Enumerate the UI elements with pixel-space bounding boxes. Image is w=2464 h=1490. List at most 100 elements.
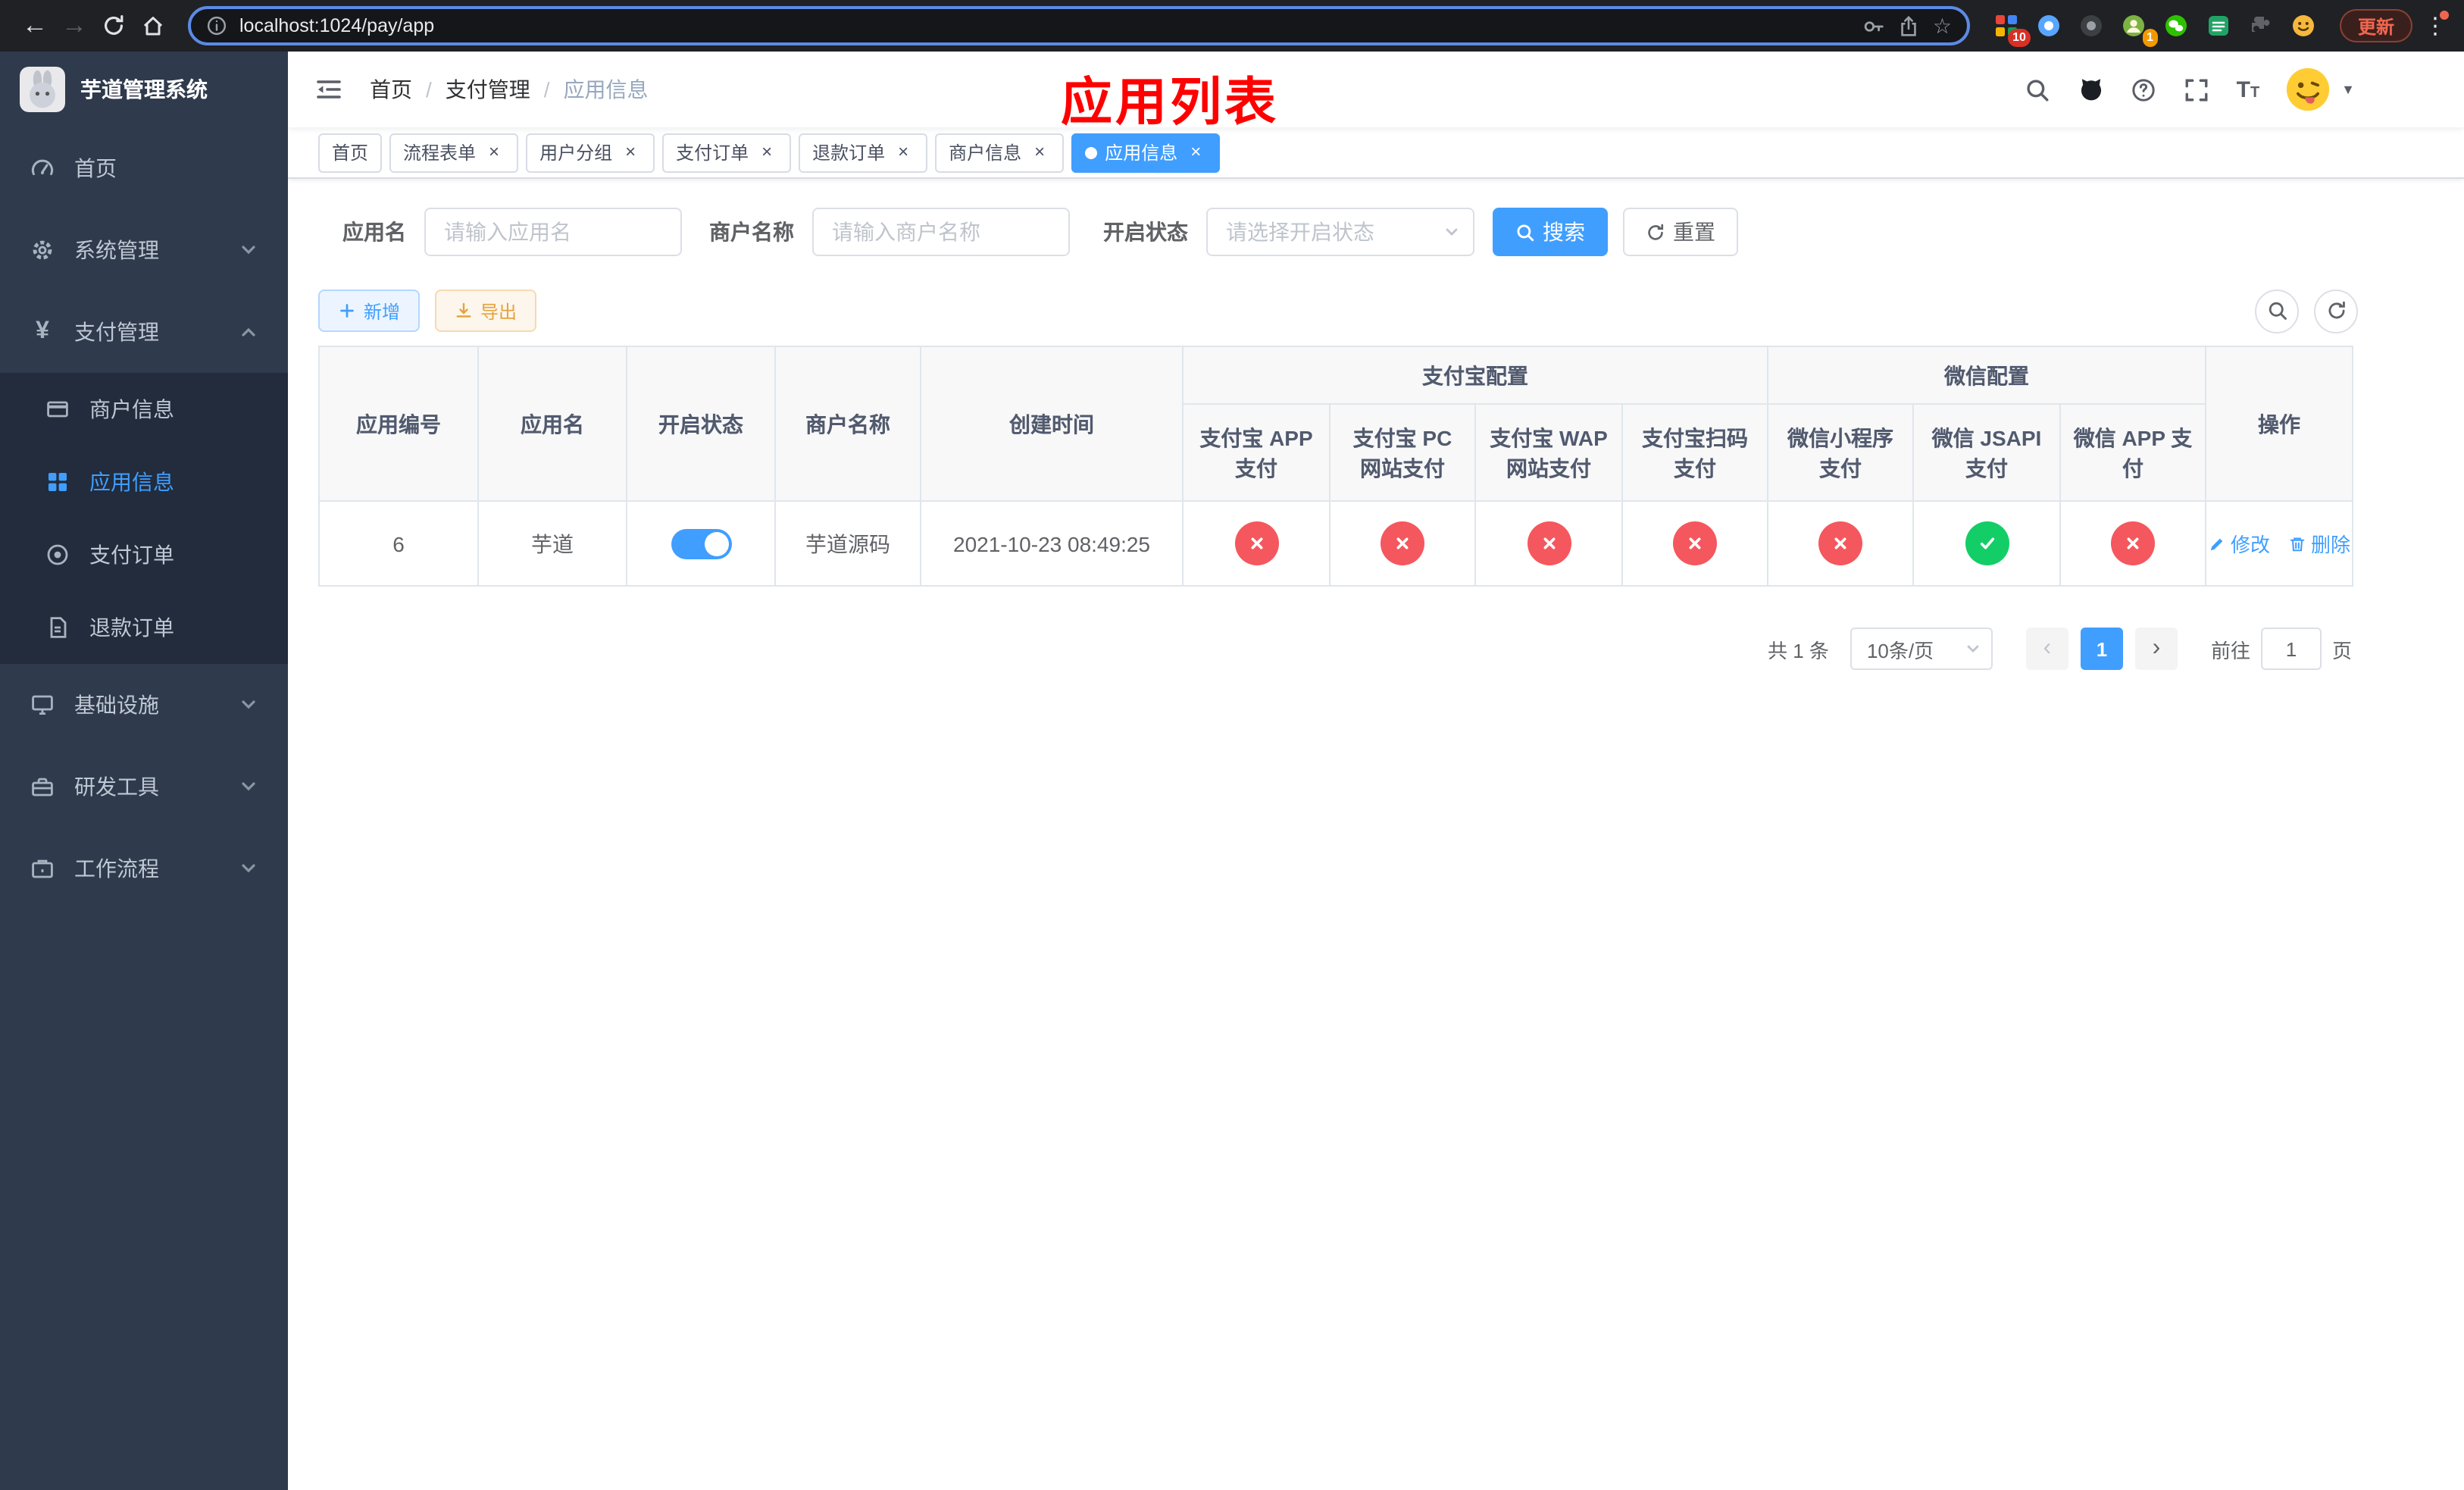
- browser-menu-icon[interactable]: ⋮: [2422, 11, 2449, 39]
- col-merchant: 商户名称: [774, 346, 921, 502]
- browser-back-icon[interactable]: ←: [15, 6, 55, 45]
- extension-grid-icon[interactable]: 10: [1991, 11, 2031, 47]
- delete-button[interactable]: 删除: [2288, 529, 2350, 558]
- tag-user-group[interactable]: 用户分组 ×: [526, 133, 655, 172]
- tag-merchant-info[interactable]: 商户信息 ×: [935, 133, 1065, 172]
- cell-actions: 修改 删除: [2205, 500, 2353, 587]
- close-icon[interactable]: ×: [1029, 141, 1050, 163]
- merchant-name-input[interactable]: [812, 208, 1070, 256]
- toggle-search-button[interactable]: [2255, 289, 2299, 333]
- sidebar-item-app-info[interactable]: 应用信息: [0, 446, 288, 518]
- extension-doc-icon[interactable]: [2203, 11, 2234, 41]
- extension-puzzle-icon[interactable]: [2246, 11, 2276, 41]
- tag-process-form[interactable]: 流程表单 ×: [389, 133, 519, 172]
- browser-home-icon[interactable]: [133, 6, 173, 45]
- breadcrumb-payment[interactable]: 支付管理: [446, 74, 530, 105]
- fullscreen-icon[interactable]: [2184, 76, 2211, 103]
- browser-forward-icon[interactable]: →: [55, 6, 94, 45]
- sidebar-item-workflow[interactable]: 工作流程: [0, 828, 288, 909]
- goto-label: 前往: [2210, 639, 2250, 662]
- col-alipay-pc: 支付宝 PC 网站支付: [1329, 403, 1476, 502]
- help-icon[interactable]: [2131, 76, 2158, 103]
- goto-page-input[interactable]: [2260, 628, 2322, 670]
- cell-app-name: 芋道: [477, 500, 627, 587]
- sidebar-item-label: 系统管理: [74, 238, 159, 262]
- col-app-name: 应用名: [477, 346, 627, 502]
- col-group-wechat: 微信配置: [1767, 346, 2206, 405]
- status-select[interactable]: 请选择开启状态: [1206, 208, 1474, 256]
- user-menu[interactable]: ▼: [2285, 67, 2355, 112]
- tag-payment-order[interactable]: 支付订单 ×: [662, 133, 792, 172]
- cell-alipay-qr-status: [1621, 500, 1768, 587]
- tag-home[interactable]: 首页: [318, 133, 383, 172]
- next-page-button[interactable]: ›: [2134, 628, 2178, 670]
- address-bar[interactable]: localhost:1024/pay/app ☆: [188, 6, 1970, 45]
- status-cross-icon: [2111, 521, 2155, 565]
- sidebar-item-devtools[interactable]: 研发工具: [0, 746, 288, 828]
- cell-app-id: 6: [318, 500, 479, 587]
- app-name-input[interactable]: [424, 208, 682, 256]
- sidebar-item-merchant-info[interactable]: 商户信息: [0, 373, 288, 446]
- col-app-id: 应用编号: [318, 346, 479, 502]
- add-button[interactable]: 新增: [318, 290, 421, 332]
- close-icon[interactable]: ×: [620, 141, 641, 163]
- col-actions: 操作: [2205, 346, 2353, 502]
- cell-wechat-jsapi-status: [1912, 500, 2061, 587]
- reset-button[interactable]: 重置: [1623, 208, 1738, 256]
- page-1-button[interactable]: 1: [2080, 628, 2123, 670]
- search-button[interactable]: 搜索: [1493, 208, 1608, 256]
- caret-down-icon: ▼: [2341, 82, 2355, 97]
- extension-wechat-icon[interactable]: [2161, 11, 2191, 41]
- col-wechat-mini: 微信小程序支付: [1767, 403, 1914, 502]
- sidebar-item-system[interactable]: 系统管理: [0, 209, 288, 291]
- extension-avatar-icon[interactable]: 1: [2118, 11, 2158, 47]
- tag-app-info[interactable]: 应用信息 ×: [1071, 133, 1221, 172]
- browser-reload-icon[interactable]: [94, 6, 133, 45]
- github-icon[interactable]: [2078, 76, 2105, 103]
- close-icon[interactable]: ×: [483, 141, 505, 163]
- edit-button[interactable]: 修改: [2208, 529, 2270, 558]
- sidebar-item-payment[interactable]: ¥ 支付管理: [0, 291, 288, 373]
- extension-dark-icon[interactable]: [2076, 11, 2106, 41]
- page-unit-label: 页: [2331, 639, 2352, 662]
- col-alipay-wap: 支付宝 WAP 网站支付: [1474, 403, 1623, 502]
- tag-refund-order[interactable]: 退款订单 ×: [799, 133, 928, 172]
- cell-wechat-mini-status: [1767, 500, 1914, 587]
- sidebar-item-label: 研发工具: [74, 775, 159, 799]
- sidebar-item-label: 首页: [74, 156, 117, 180]
- cell-alipay-pc-status: [1329, 500, 1476, 587]
- sidebar-item-infrastructure[interactable]: 基础设施: [0, 664, 288, 746]
- close-icon[interactable]: ×: [756, 141, 777, 163]
- extension-emoji-icon[interactable]: [2288, 11, 2319, 41]
- logo-rabbit-icon: [20, 67, 65, 112]
- search-icon[interactable]: [2025, 76, 2052, 103]
- sidebar-item-payment-order[interactable]: 支付订单: [0, 518, 288, 591]
- col-alipay-qr: 支付宝扫码支付: [1621, 403, 1768, 502]
- app-enabled-switch[interactable]: [671, 528, 731, 559]
- share-icon[interactable]: [1898, 14, 1921, 37]
- extension-drop-icon[interactable]: [2034, 11, 2064, 41]
- refresh-button[interactable]: [2314, 289, 2358, 333]
- prev-page-button[interactable]: ‹: [2025, 628, 2068, 670]
- site-info-icon[interactable]: [206, 15, 227, 36]
- export-button[interactable]: 导出: [435, 290, 537, 332]
- breadcrumb-home[interactable]: 首页: [370, 74, 412, 105]
- document-icon: [45, 615, 70, 640]
- col-status: 开启状态: [626, 346, 776, 502]
- close-icon[interactable]: ×: [893, 141, 914, 163]
- active-dot: [1085, 146, 1098, 158]
- sidebar-collapse-icon[interactable]: [315, 77, 342, 102]
- sidebar-item-home[interactable]: 首页: [0, 127, 288, 209]
- page-size-select[interactable]: 10条/页: [1850, 628, 1993, 670]
- browser-update-button[interactable]: 更新: [2339, 9, 2412, 42]
- font-size-icon[interactable]: TT: [2237, 78, 2260, 101]
- chevron-down-icon: [1964, 640, 1982, 658]
- extension-badge: 10: [2008, 29, 2031, 47]
- app-name-label: 应用名: [342, 220, 406, 244]
- password-key-icon[interactable]: [1863, 14, 1886, 37]
- sidebar-item-refund-order[interactable]: 退款订单: [0, 591, 288, 664]
- col-group-alipay: 支付宝配置: [1182, 346, 1768, 405]
- chevron-up-icon: [239, 323, 258, 341]
- close-icon[interactable]: ×: [1185, 141, 1206, 163]
- bookmark-star-icon[interactable]: ☆: [1933, 13, 1952, 39]
